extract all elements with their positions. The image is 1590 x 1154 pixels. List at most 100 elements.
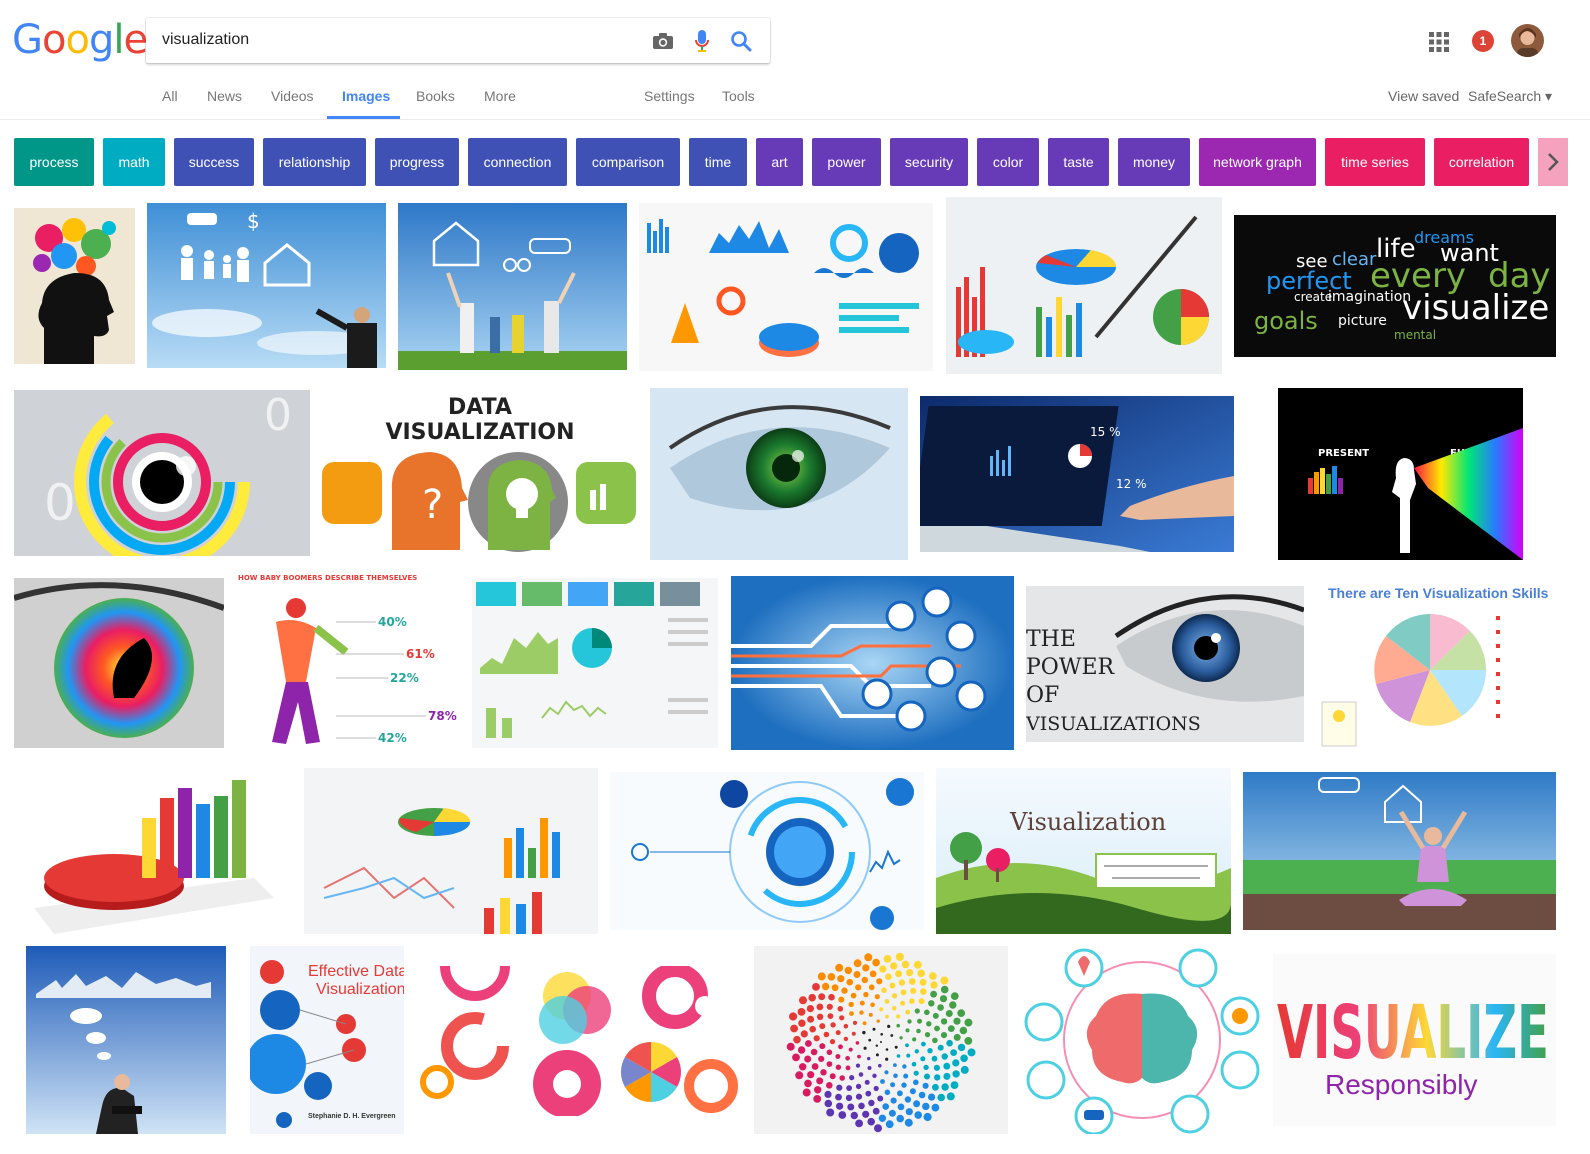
image-result[interactable]: dreams life want see clear every day per… — [1234, 215, 1556, 357]
svg-text:22%: 22% — [390, 671, 419, 685]
chip-success[interactable]: success — [174, 138, 254, 186]
image-result[interactable] — [610, 772, 924, 930]
chip-security[interactable]: security — [890, 138, 968, 186]
image-result[interactable] — [14, 578, 224, 748]
svg-text:goals: goals — [1254, 307, 1318, 335]
svg-text:DATA: DATA — [448, 395, 512, 420]
image-result[interactable] — [415, 966, 738, 1116]
svg-text:There are Ten Visualization Sk: There are Ten Visualization Skills — [1328, 585, 1549, 601]
chip-correlation[interactable]: correlation — [1434, 138, 1529, 186]
svg-text:picture: picture — [1338, 313, 1387, 329]
svg-text:visualize: visualize — [1402, 288, 1549, 328]
image-result[interactable]: 00 — [14, 390, 310, 556]
settings-link[interactable]: Settings — [644, 88, 695, 104]
svg-text:0: 0 — [264, 390, 292, 441]
camera-icon[interactable] — [650, 28, 676, 54]
image-result[interactable] — [946, 197, 1222, 374]
svg-text:Effective Data: Effective Data — [308, 963, 404, 980]
microphone-icon[interactable] — [689, 28, 715, 54]
svg-text:VISUALIZE: VISUALIZE — [1277, 990, 1549, 1076]
image-result[interactable]: VISUALIZE Responsibly — [1273, 954, 1556, 1126]
svg-text:40%: 40% — [378, 615, 407, 629]
svg-text:61%: 61% — [406, 647, 435, 661]
svg-text:15 %: 15 % — [1090, 425, 1121, 439]
chevron-right-icon — [1548, 153, 1559, 171]
image-result[interactable] — [639, 203, 933, 371]
search-icon[interactable] — [728, 28, 754, 54]
svg-text:mental: mental — [1394, 328, 1436, 342]
chip-connection[interactable]: connection — [468, 138, 567, 186]
tab-videos[interactable]: Videos — [271, 88, 314, 104]
image-result[interactable] — [14, 208, 135, 364]
svg-text:0: 0 — [44, 474, 76, 532]
chip-math[interactable]: math — [103, 138, 165, 186]
image-result[interactable]: 12 % 15 % — [920, 396, 1234, 552]
safesearch-dropdown[interactable]: SafeSearch ▾ — [1468, 88, 1552, 105]
image-result[interactable]: Visualization — [936, 768, 1231, 934]
image-result[interactable] — [1243, 772, 1556, 930]
notification-badge[interactable]: 1 — [1472, 30, 1494, 52]
chip-power[interactable]: power — [812, 138, 881, 186]
chip-progress[interactable]: progress — [375, 138, 459, 186]
chip-time-series[interactable]: time series — [1325, 138, 1425, 186]
image-result[interactable] — [26, 946, 226, 1134]
image-result[interactable] — [14, 768, 292, 934]
image-result[interactable]: $ — [147, 203, 386, 368]
svg-text:create: create — [1294, 290, 1332, 304]
active-tab-indicator — [327, 116, 400, 119]
image-result[interactable] — [398, 203, 627, 370]
google-logo[interactable]: Google — [12, 18, 148, 62]
svg-text:Visualization: Visualization — [316, 981, 404, 998]
chip-color[interactable]: color — [977, 138, 1039, 186]
image-result[interactable]: DATA VISUALIZATION ? — [320, 390, 640, 556]
svg-text:Responsibly: Responsibly — [1325, 1069, 1478, 1100]
svg-text:THE: THE — [1026, 627, 1076, 652]
image-result[interactable] — [472, 578, 718, 748]
image-result[interactable]: There are Ten Visualization Skills — [1318, 576, 1556, 750]
chip-process[interactable]: process — [14, 138, 94, 186]
chip-time[interactable]: time — [689, 138, 747, 186]
image-result[interactable] — [731, 576, 1014, 750]
image-result[interactable] — [754, 946, 1008, 1134]
chip-taste[interactable]: taste — [1048, 138, 1109, 186]
svg-text:12 %: 12 % — [1116, 477, 1147, 491]
header: Google 1 All News Videos Images Books Mo… — [0, 0, 1590, 120]
view-saved-link[interactable]: View saved — [1388, 88, 1459, 104]
chip-art[interactable]: art — [756, 138, 803, 186]
tools-link[interactable]: Tools — [722, 88, 755, 104]
avatar[interactable] — [1511, 24, 1544, 57]
svg-text:?: ? — [422, 482, 443, 528]
image-result[interactable] — [650, 388, 908, 560]
svg-text:imagination: imagination — [1328, 289, 1411, 305]
chip-relationship[interactable]: relationship — [263, 138, 366, 186]
svg-text:OF: OF — [1026, 683, 1059, 708]
svg-text:78%: 78% — [428, 709, 457, 723]
image-result[interactable]: PRESENT FUTURE — [1278, 388, 1523, 560]
tab-images[interactable]: Images — [342, 88, 390, 104]
image-result[interactable]: THE POWER OF VISUALIZATIONS — [1026, 586, 1304, 742]
apps-grid-icon[interactable] — [1427, 30, 1451, 54]
svg-text:POWER: POWER — [1026, 655, 1116, 680]
tab-news[interactable]: News — [207, 88, 242, 104]
image-result[interactable]: HOW BABY BOOMERS DESCRIBE THEMSELVES 40%… — [236, 572, 460, 754]
search-input[interactable] — [162, 28, 632, 52]
svg-text:$: $ — [247, 209, 260, 233]
image-result[interactable] — [1022, 946, 1262, 1134]
image-result[interactable] — [304, 768, 598, 934]
tab-more[interactable]: More — [484, 88, 516, 104]
svg-text:VISUALIZATION: VISUALIZATION — [385, 420, 574, 445]
chip-network-graph[interactable]: network graph — [1199, 138, 1316, 186]
image-result[interactable]: Effective Data Visualization Stephanie D… — [250, 946, 404, 1134]
svg-text:42%: 42% — [378, 731, 407, 745]
svg-text:Visualization: Visualization — [1009, 808, 1166, 836]
chips-next-arrow[interactable] — [1538, 138, 1568, 186]
svg-text:Stephanie D. H. Evergreen: Stephanie D. H. Evergreen — [308, 1113, 396, 1120]
tab-all[interactable]: All — [162, 88, 178, 104]
svg-text:HOW BABY BOOMERS DESCRIBE THEM: HOW BABY BOOMERS DESCRIBE THEMSELVES — [238, 574, 417, 582]
chip-money[interactable]: money — [1118, 138, 1190, 186]
search-box — [146, 18, 770, 63]
svg-text:PRESENT: PRESENT — [1318, 448, 1369, 459]
tab-books[interactable]: Books — [416, 88, 455, 104]
chip-comparison[interactable]: comparison — [576, 138, 680, 186]
svg-text:VISUALIZATIONS: VISUALIZATIONS — [1026, 713, 1201, 735]
